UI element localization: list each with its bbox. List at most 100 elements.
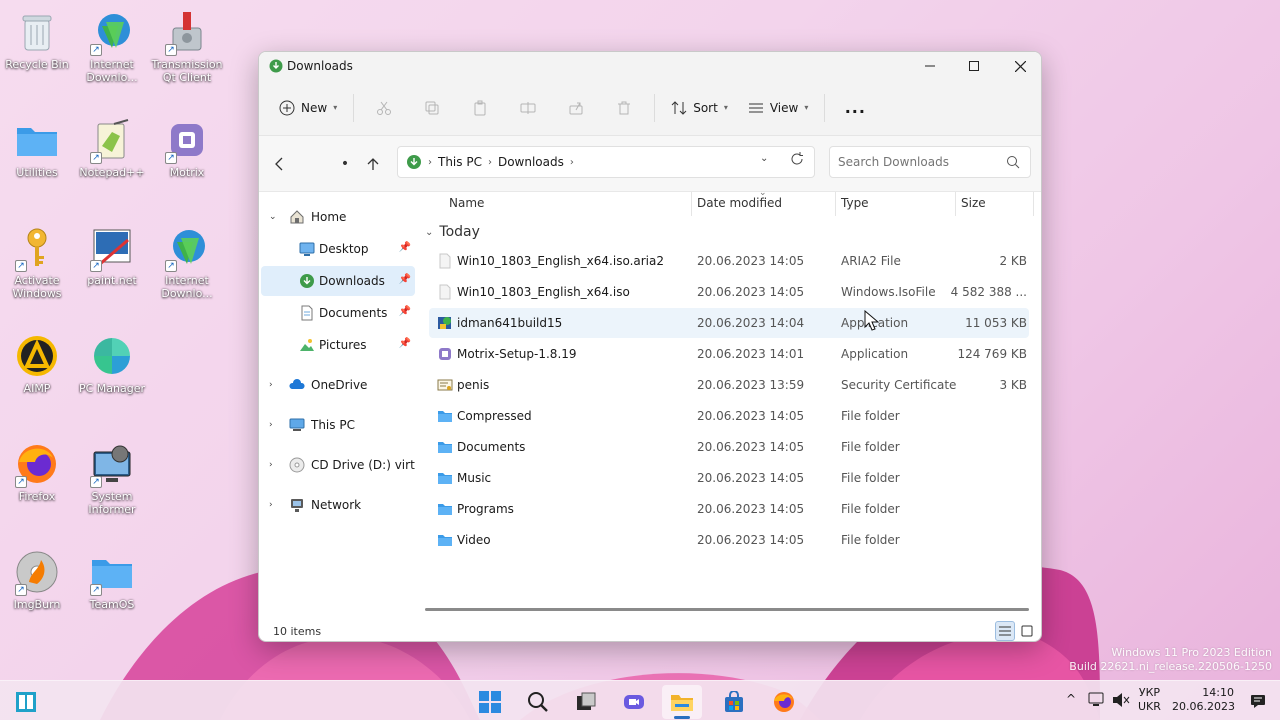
- column-divider[interactable]: [1033, 192, 1034, 216]
- taskbar-chat-button[interactable]: [614, 685, 654, 719]
- file-name: penis: [457, 378, 490, 392]
- language-top: УКР: [1138, 686, 1161, 699]
- folder-icon: [13, 116, 61, 164]
- address-bar[interactable]: › This PC › Downloads › ⌄: [397, 146, 815, 178]
- column-divider[interactable]: [835, 192, 836, 216]
- close-button[interactable]: [997, 52, 1041, 80]
- column-divider[interactable]: [691, 192, 692, 216]
- sidebar-item-desktop[interactable]: Desktop 📌: [261, 234, 415, 264]
- sidebar-item-cd-drive[interactable]: › CD Drive (D:) virtio-w: [261, 450, 415, 480]
- desktop-icon-pc-manager[interactable]: PC Manager: [75, 332, 149, 395]
- folder-row[interactable]: Compressed 20.06.2023 14:05 File folder: [429, 401, 1029, 431]
- clock[interactable]: 14:10 20.06.2023: [1172, 686, 1235, 714]
- file-row[interactable]: penis 20.06.2023 13:59 Security Certific…: [429, 370, 1029, 400]
- file-row[interactable]: Motrix-Setup-1.8.19 20.06.2023 14:01 App…: [429, 339, 1029, 369]
- search-input[interactable]: [838, 155, 998, 169]
- sidebar-item-downloads[interactable]: Downloads 📌: [261, 266, 415, 296]
- desktop-icon-internet-download-manager-2[interactable]: ↗ Internet Downlo...: [150, 224, 224, 300]
- back-button[interactable]: [265, 150, 293, 178]
- file-row[interactable]: Win10_1803_English_x64.iso.aria2 20.06.2…: [429, 246, 1029, 276]
- chevron-right-icon: ›: [269, 380, 273, 390]
- column-divider[interactable]: [955, 192, 956, 216]
- toolbar-divider: [824, 93, 826, 122]
- sidebar-item-network[interactable]: › Network: [261, 490, 415, 520]
- tray-overflow-chevron-icon[interactable]: ^: [1066, 692, 1076, 706]
- taskbar-task-view-button[interactable]: [566, 685, 606, 719]
- up-button[interactable]: [359, 150, 387, 178]
- clock-time: 14:10: [1202, 686, 1234, 699]
- taskbar-start-button[interactable]: [470, 685, 510, 719]
- downloads-icon: [269, 59, 283, 76]
- column-header-size[interactable]: Size: [961, 196, 986, 210]
- desktop-icon-motrix[interactable]: ↗ Motrix: [150, 116, 224, 179]
- sidebar-item-pictures[interactable]: Pictures 📌: [261, 330, 415, 360]
- more-options-button[interactable]: ...: [831, 92, 879, 124]
- sidebar-item-onedrive[interactable]: › OneDrive: [261, 370, 415, 400]
- search-box[interactable]: [829, 146, 1031, 178]
- taskbar-store-button[interactable]: [714, 685, 754, 719]
- breadcrumb-this-pc[interactable]: This PC: [438, 155, 482, 169]
- pin-icon[interactable]: 📌: [399, 338, 411, 349]
- desktop-icon-imgburn[interactable]: ↗ ImgBurn: [0, 548, 74, 611]
- sidebar-item-documents[interactable]: Documents 📌: [261, 298, 415, 328]
- folder-row[interactable]: Video 20.06.2023 14:05 File folder: [429, 525, 1029, 555]
- horizontal-scrollbar[interactable]: [425, 608, 1029, 611]
- network-monitor-icon[interactable]: [1088, 692, 1106, 708]
- paste-button[interactable]: [456, 92, 504, 124]
- file-row[interactable]: Win10_1803_English_x64.iso 20.06.2023 14…: [429, 277, 1029, 307]
- pin-icon[interactable]: 📌: [399, 306, 411, 317]
- delete-button[interactable]: [600, 92, 648, 124]
- desktop-icon-aimp[interactable]: AIMP: [0, 332, 74, 395]
- view-button[interactable]: View ▾: [738, 92, 819, 124]
- desktop-icon-utilities[interactable]: Utilities: [0, 116, 74, 179]
- windows-logo-icon: [479, 691, 501, 713]
- sort-button[interactable]: Sort ▾: [661, 92, 738, 124]
- sidebar-item-home[interactable]: ⌄ Home: [261, 202, 415, 232]
- column-header-date[interactable]: Date modified: [697, 196, 782, 210]
- file-date: 20.06.2023 14:05: [697, 471, 805, 485]
- folder-row[interactable]: Documents 20.06.2023 14:05 File folder: [429, 432, 1029, 462]
- notification-icon[interactable]: [1250, 693, 1266, 709]
- taskbar-file-explorer-button[interactable]: [662, 685, 702, 719]
- copy-button[interactable]: [408, 92, 456, 124]
- pin-icon[interactable]: 📌: [399, 242, 411, 253]
- disc-icon: [289, 457, 305, 473]
- desktop-icon-notepadpp[interactable]: ↗ Notepad++: [75, 116, 149, 179]
- tiles-view-button[interactable]: [1017, 621, 1037, 641]
- group-header-today[interactable]: ⌄ Today: [425, 224, 480, 240]
- desktop-icon-recycle-bin[interactable]: Recycle Bin: [0, 8, 74, 71]
- cut-button[interactable]: [360, 92, 408, 124]
- sidebar-item-this-pc[interactable]: › This PC: [261, 410, 415, 440]
- speaker-muted-icon[interactable]: [1112, 692, 1130, 708]
- folder-row[interactable]: Music 20.06.2023 14:05 File folder: [429, 463, 1029, 493]
- taskbar-search-button[interactable]: [518, 685, 558, 719]
- desktop-icon-system-informer[interactable]: ↗ System Informer: [75, 440, 149, 516]
- desktop-icon-paintnet[interactable]: ↗ paint.net: [75, 224, 149, 287]
- pc-manager-icon: [88, 332, 136, 380]
- taskbar-firefox-button[interactable]: [764, 685, 804, 719]
- column-header-name[interactable]: Name: [449, 196, 484, 210]
- aimp-icon: [13, 332, 61, 380]
- maximize-button[interactable]: [951, 52, 997, 80]
- folder-row[interactable]: Programs 20.06.2023 14:05 File folder: [429, 494, 1029, 524]
- refresh-button[interactable]: [790, 152, 804, 169]
- breadcrumb-downloads[interactable]: Downloads: [498, 155, 564, 169]
- desktop-icon-internet-download-manager[interactable]: ↗ Internet Downlo...: [75, 8, 149, 84]
- desktop-icon-teamos[interactable]: ↗ TeamOS: [75, 548, 149, 611]
- rename-button[interactable]: [504, 92, 552, 124]
- minimize-button[interactable]: [907, 52, 953, 80]
- share-button[interactable]: [552, 92, 600, 124]
- column-header-type[interactable]: Type: [841, 196, 869, 210]
- new-button[interactable]: New ▾: [269, 92, 347, 124]
- pin-icon[interactable]: 📌: [399, 274, 411, 285]
- input-language-indicator[interactable]: УКР UKR: [1138, 686, 1161, 714]
- title-bar[interactable]: Downloads: [259, 52, 1041, 80]
- details-view-button[interactable]: [995, 621, 1015, 641]
- desktop-icon-activate-windows[interactable]: ↗ Activate Windows: [0, 224, 74, 300]
- file-row[interactable]: idman641build15 20.06.2023 14:04 Applica…: [429, 308, 1029, 338]
- address-dropdown-button[interactable]: ⌄: [760, 153, 768, 164]
- desktop-icon-transmission[interactable]: ↗ Transmission Qt Client: [150, 8, 224, 84]
- recent-locations-button[interactable]: •: [331, 150, 359, 178]
- taskbar-widgets-button[interactable]: [6, 685, 46, 719]
- desktop-icon-firefox[interactable]: ↗ Firefox: [0, 440, 74, 503]
